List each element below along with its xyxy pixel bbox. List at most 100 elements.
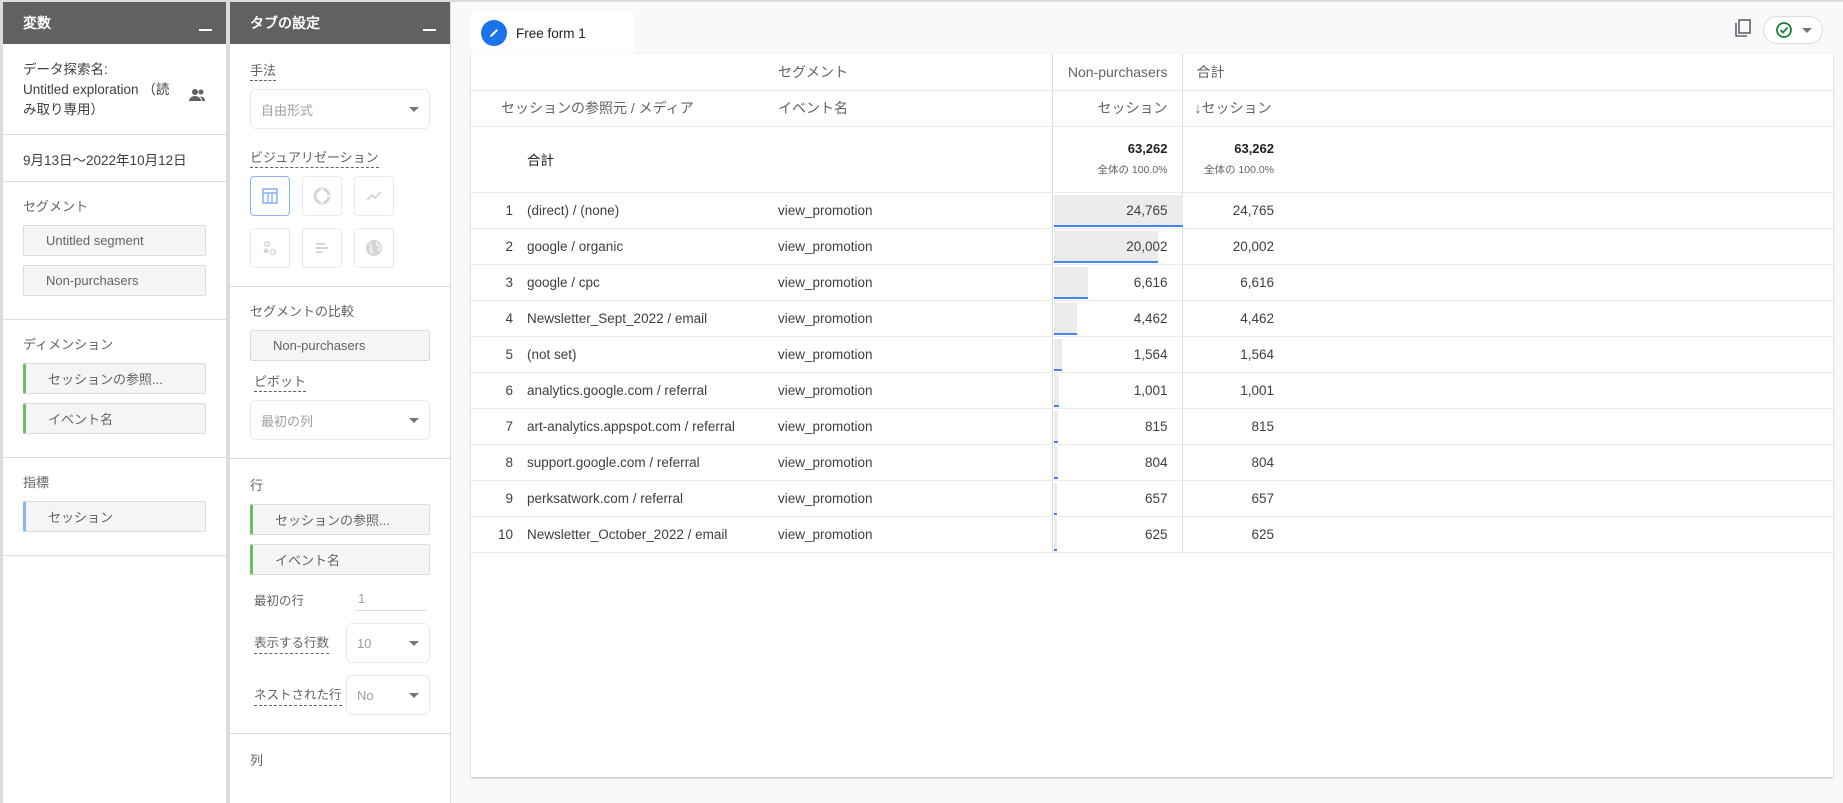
table-row[interactable]: 5 (not set) view_promotion 1,564 1,564 [471, 336, 1833, 373]
line-chart-icon [366, 191, 382, 201]
cell-value: 1,564 [1133, 346, 1168, 362]
source-medium-cell: (direct) / (none) [527, 192, 778, 229]
event-name-cell: view_promotion [778, 444, 1052, 481]
totals-row: 合計 63,262 全体の 100.0% 63,262 全体の 100.0% [471, 126, 1833, 193]
start-row-input[interactable] [356, 587, 426, 611]
segment-compare-chip[interactable]: Non-purchasers [250, 330, 430, 361]
minimize-tab-settings-button[interactable] [423, 29, 436, 31]
table-row[interactable]: 9 perksatwork.com / referral view_promot… [471, 480, 1833, 517]
technique-section: 手法 自由形式 ビジュアリゼーション [230, 44, 450, 287]
source-medium-cell: analytics.google.com / referral [527, 372, 778, 409]
event-name-cell: view_promotion [778, 372, 1052, 409]
show-rows-label: 表示する行数 [254, 632, 330, 654]
dimension-chip[interactable]: イベント名 [23, 403, 206, 434]
event-name-cell: view_promotion [778, 408, 1052, 445]
variables-panel: 変数 データ探索名: Untitled exploration （読み取り専用）… [0, 2, 227, 803]
caret-down-icon [409, 106, 419, 112]
row-index: 10 [471, 516, 527, 553]
row-dimension-chip[interactable]: イベント名 [250, 544, 430, 575]
total-sessions-cell: 24,765 [1181, 192, 1278, 229]
caret-down-icon [1801, 27, 1812, 33]
globe-icon [366, 240, 382, 256]
event-name-cell: view_promotion [778, 336, 1052, 373]
segment-header-row: セグメント Non-purchasers 合計 [471, 54, 1833, 91]
nested-rows-field: ネストされた行 No [250, 675, 430, 715]
sessions-header-total-sorted[interactable]: ↓セッション [1181, 90, 1278, 127]
total-sessions-cell: 1,564 [1181, 336, 1278, 373]
status-menu-button[interactable] [1763, 16, 1823, 44]
table-row[interactable]: 6 analytics.google.com / referral view_p… [471, 372, 1833, 409]
non-purchasers-sessions-cell: 20,002 [1051, 228, 1182, 265]
technique-label: 手法 [250, 60, 430, 81]
minimize-variables-button[interactable] [199, 29, 212, 31]
viz-donut-button[interactable] [302, 176, 342, 216]
segment-chip[interactable]: Non-purchasers [23, 265, 206, 296]
viz-geo-button[interactable] [354, 228, 394, 268]
table-row[interactable]: 1 (direct) / (none) view_promotion 24,76… [471, 192, 1833, 229]
dimension-header-row: セッションの参照元 / メディア イベント名 セッション ↓セッション [471, 90, 1833, 127]
segment-column-non-purchasers[interactable]: Non-purchasers [1051, 54, 1182, 91]
metrics-section: 指標 セッション [3, 458, 226, 556]
date-range-section: 9月13日～2022年10月12日 [3, 135, 226, 182]
show-rows-value: 10 [357, 635, 372, 651]
table-row[interactable]: 2 google / organic view_promotion 20,002… [471, 228, 1833, 265]
total-label: 合計 [527, 126, 778, 193]
sessions-header-non-purchasers[interactable]: セッション [1051, 90, 1182, 127]
metrics-label: 指標 [23, 475, 50, 490]
caret-down-icon [409, 417, 419, 423]
row-index: 2 [471, 228, 527, 265]
row-index: 9 [471, 480, 527, 517]
source-medium-cell: (not set) [527, 336, 778, 373]
non-purchasers-sessions-cell: 24,765 [1051, 192, 1183, 229]
total-sessions-cell: 4,462 [1181, 300, 1278, 337]
exploration-name-value: Untitled exploration （読み取り専用） [23, 82, 170, 117]
total-non-purchasers: 63,262 全体の 100.0% [1051, 126, 1182, 193]
date-range[interactable]: 9月13日～2022年10月12日 [23, 149, 206, 169]
row-dimension-chip[interactable]: セッションの参照... [250, 504, 430, 535]
segment-column-total[interactable]: 合計 [1181, 54, 1278, 91]
viz-line-button[interactable] [354, 176, 394, 216]
total-percent: 全体の 100.0% [1203, 164, 1274, 176]
total-percent: 全体の 100.0% [1097, 164, 1168, 176]
source-medium-cell: Newsletter_October_2022 / email [527, 516, 778, 553]
technique-value: 自由形式 [261, 102, 314, 118]
pivot-select[interactable]: 最初の列 [250, 400, 430, 440]
table-row[interactable]: 4 Newsletter_Sept_2022 / email view_prom… [471, 300, 1833, 337]
start-row-label: 最初の行 [254, 593, 305, 608]
metric-chip[interactable]: セッション [23, 501, 206, 532]
segments-section: セグメント Untitled segment Non-purchasers [3, 182, 226, 320]
table-row[interactable]: 7 art-analytics.appspot.com / referral v… [471, 408, 1833, 445]
show-rows-select[interactable]: 10 [346, 623, 430, 663]
table-row[interactable]: 8 support.google.com / referral view_pro… [471, 444, 1833, 481]
row-index: 4 [471, 300, 527, 337]
nested-rows-select[interactable]: No [346, 675, 430, 715]
technique-select[interactable]: 自由形式 [250, 89, 430, 129]
table-row[interactable]: 10 Newsletter_October_2022 / email view_… [471, 516, 1833, 553]
main-canvas: Free form 1 セグメント Non-purchasers 合計 セッショ… [451, 2, 1843, 803]
viz-table-button[interactable] [250, 176, 290, 216]
event-name-header[interactable]: イベント名 [778, 90, 1052, 127]
bar-chart-icon [316, 243, 328, 253]
caret-down-icon [409, 692, 419, 698]
dimension-chip[interactable]: セッションの参照... [23, 363, 206, 394]
viz-bar-button[interactable] [302, 228, 342, 268]
heatmap-bar [1053, 266, 1088, 299]
segment-chip[interactable]: Untitled segment [23, 225, 206, 256]
cell-value: 24,765 [1126, 202, 1168, 218]
heatmap-bar [1053, 374, 1059, 407]
event-name-cell: view_promotion [778, 480, 1052, 517]
table-row[interactable]: 3 google / cpc view_promotion 6,616 6,61… [471, 264, 1833, 301]
source-medium-header[interactable]: セッションの参照元 / メディア [501, 90, 778, 127]
pivot-value: 最初の列 [261, 413, 314, 429]
nested-rows-value: No [357, 687, 374, 703]
tab-settings-panel: タブの設定 手法 自由形式 ビジュアリゼーション セグメントの比較 Non-pu… [227, 2, 451, 803]
table-body: 1 (direct) / (none) view_promotion 24,76… [471, 192, 1833, 553]
tab-free-form-1[interactable]: Free form 1 [471, 12, 635, 54]
copy-icon[interactable] [1733, 18, 1753, 43]
shared-people-icon [188, 88, 206, 108]
heatmap-bar [1053, 518, 1057, 551]
exploration-name[interactable]: データ探索名: Untitled exploration （読み取り専用） [23, 60, 206, 120]
source-medium-cell: google / organic [527, 228, 778, 265]
total-sessions-cell: 625 [1181, 516, 1278, 553]
viz-scatter-button[interactable] [250, 228, 290, 268]
